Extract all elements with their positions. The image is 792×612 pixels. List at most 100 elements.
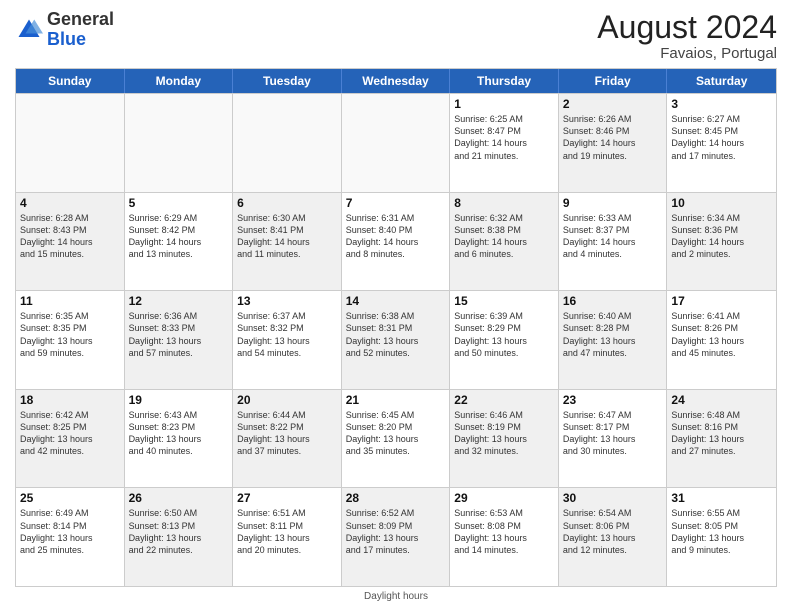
day-info: Sunrise: 6:35 AM Sunset: 8:35 PM Dayligh…: [20, 310, 120, 359]
calendar-row-5: 25Sunrise: 6:49 AM Sunset: 8:14 PM Dayli…: [16, 487, 776, 586]
calendar-cell: 23Sunrise: 6:47 AM Sunset: 8:17 PM Dayli…: [559, 390, 668, 488]
calendar-cell: 25Sunrise: 6:49 AM Sunset: 8:14 PM Dayli…: [16, 488, 125, 586]
day-number: 2: [563, 97, 663, 111]
day-info: Sunrise: 6:36 AM Sunset: 8:33 PM Dayligh…: [129, 310, 229, 359]
day-number: 9: [563, 196, 663, 210]
day-number: 23: [563, 393, 663, 407]
calendar-cell: 6Sunrise: 6:30 AM Sunset: 8:41 PM Daylig…: [233, 193, 342, 291]
day-number: 6: [237, 196, 337, 210]
daylight-label: Daylight hours: [364, 591, 428, 602]
month-year: August 2024: [597, 10, 777, 45]
day-number: 8: [454, 196, 554, 210]
day-number: 18: [20, 393, 120, 407]
day-number: 28: [346, 491, 446, 505]
calendar-cell: 20 Sunrise: 6:44 AM Sunset: 8:22 PM Dayli…: [233, 390, 342, 488]
day-info: Sunrise: 6:52 AM Sunset: 8:09 PM Dayligh…: [346, 507, 446, 556]
day-info: Sunrise: 6:34 AM Sunset: 8:36 PM Dayligh…: [671, 212, 772, 261]
logo-icon: [15, 16, 43, 44]
calendar: SundayMondayTuesdayWednesdayThursdayFrid…: [15, 68, 777, 587]
day-number: 1: [454, 97, 554, 111]
day-info: Sunrise: 6:31 AM Sunset: 8:40 PM Dayligh…: [346, 212, 446, 261]
day-info: Sunrise: 6:38 AM Sunset: 8:31 PM Dayligh…: [346, 310, 446, 359]
day-number: 4: [20, 196, 120, 210]
day-number: 24: [671, 393, 772, 407]
day-info: Sunrise: 6:33 AM Sunset: 8:37 PM Dayligh…: [563, 212, 663, 261]
day-info: Sunrise: 6:50 AM Sunset: 8:13 PM Dayligh…: [129, 507, 229, 556]
title-block: August 2024 Favaios, Portugal: [597, 10, 777, 62]
calendar-cell: 11 Sunrise: 6:35 AM Sunset: 8:35 PM Dayli…: [16, 291, 125, 389]
day-number: 29: [454, 491, 554, 505]
calendar-cell: 7 Sunrise: 6:31 AM Sunset: 8:40 PM Daylig…: [342, 193, 451, 291]
calendar-cell: 18 Sunrise: 6:42 AM Sunset: 8:25 PM Dayli…: [16, 390, 125, 488]
header-day-saturday: Saturday: [667, 69, 776, 93]
day-number: 7: [346, 196, 446, 210]
header-day-tuesday: Tuesday: [233, 69, 342, 93]
day-info: Sunrise: 6:29 AM Sunset: 8:42 PM Dayligh…: [129, 212, 229, 261]
day-number: 20: [237, 393, 337, 407]
day-number: 10: [671, 196, 772, 210]
logo-text: General Blue: [47, 10, 114, 50]
day-info: Sunrise: 6:51 AM Sunset: 8:11 PM Dayligh…: [237, 507, 337, 556]
calendar-header: SundayMondayTuesdayWednesdayThursdayFrid…: [16, 69, 776, 93]
calendar-cell: 10 Sunrise: 6:34 AM Sunset: 8:36 PM Dayli…: [667, 193, 776, 291]
day-info: Sunrise: 6:54 AM Sunset: 8:06 PM Dayligh…: [563, 507, 663, 556]
day-info: Sunrise: 6:25 AM Sunset: 8:47 PM Dayligh…: [454, 113, 554, 162]
page: General Blue August 2024 Favaios, Portug…: [0, 0, 792, 612]
day-info: Sunrise: 6:42 AM Sunset: 8:25 PM Dayligh…: [20, 409, 120, 458]
calendar-cell: 31Sunrise: 6:55 AM Sunset: 8:05 PM Dayli…: [667, 488, 776, 586]
header-day-friday: Friday: [559, 69, 668, 93]
day-info: Sunrise: 6:41 AM Sunset: 8:26 PM Dayligh…: [671, 310, 772, 359]
calendar-cell: [233, 94, 342, 192]
calendar-cell: 1 Sunrise: 6:25 AM Sunset: 8:47 PM Daylig…: [450, 94, 559, 192]
calendar-cell: 8Sunrise: 6:32 AM Sunset: 8:38 PM Daylig…: [450, 193, 559, 291]
day-info: Sunrise: 6:40 AM Sunset: 8:28 PM Dayligh…: [563, 310, 663, 359]
calendar-cell: 21Sunrise: 6:45 AM Sunset: 8:20 PM Dayli…: [342, 390, 451, 488]
calendar-row-3: 11 Sunrise: 6:35 AM Sunset: 8:35 PM Dayli…: [16, 290, 776, 389]
footer: Daylight hours: [15, 591, 777, 602]
calendar-cell: [342, 94, 451, 192]
day-number: 30: [563, 491, 663, 505]
day-info: Sunrise: 6:27 AM Sunset: 8:45 PM Dayligh…: [671, 113, 772, 162]
calendar-cell: 12 Sunrise: 6:36 AM Sunset: 8:33 PM Dayli…: [125, 291, 234, 389]
calendar-cell: 14 Sunrise: 6:38 AM Sunset: 8:31 PM Dayli…: [342, 291, 451, 389]
calendar-cell: 24 Sunrise: 6:48 AM Sunset: 8:16 PM Dayli…: [667, 390, 776, 488]
header-day-thursday: Thursday: [450, 69, 559, 93]
day-number: 21: [346, 393, 446, 407]
day-number: 19: [129, 393, 229, 407]
calendar-cell: 17Sunrise: 6:41 AM Sunset: 8:26 PM Dayli…: [667, 291, 776, 389]
calendar-cell: 27Sunrise: 6:51 AM Sunset: 8:11 PM Dayli…: [233, 488, 342, 586]
day-info: Sunrise: 6:39 AM Sunset: 8:29 PM Dayligh…: [454, 310, 554, 359]
header-day-sunday: Sunday: [16, 69, 125, 93]
day-number: 14: [346, 294, 446, 308]
calendar-row-1: 1 Sunrise: 6:25 AM Sunset: 8:47 PM Daylig…: [16, 93, 776, 192]
calendar-cell: 4 Sunrise: 6:28 AM Sunset: 8:43 PM Daylig…: [16, 193, 125, 291]
header: General Blue August 2024 Favaios, Portug…: [15, 10, 777, 62]
day-number: 26: [129, 491, 229, 505]
day-info: Sunrise: 6:48 AM Sunset: 8:16 PM Dayligh…: [671, 409, 772, 458]
location: Favaios, Portugal: [597, 45, 777, 62]
day-info: Sunrise: 6:26 AM Sunset: 8:46 PM Dayligh…: [563, 113, 663, 162]
day-info: Sunrise: 6:46 AM Sunset: 8:19 PM Dayligh…: [454, 409, 554, 458]
calendar-cell: 29Sunrise: 6:53 AM Sunset: 8:08 PM Dayli…: [450, 488, 559, 586]
day-number: 31: [671, 491, 772, 505]
header-day-monday: Monday: [125, 69, 234, 93]
day-info: Sunrise: 6:49 AM Sunset: 8:14 PM Dayligh…: [20, 507, 120, 556]
calendar-cell: 9 Sunrise: 6:33 AM Sunset: 8:37 PM Daylig…: [559, 193, 668, 291]
day-info: Sunrise: 6:44 AM Sunset: 8:22 PM Dayligh…: [237, 409, 337, 458]
calendar-cell: 19Sunrise: 6:43 AM Sunset: 8:23 PM Dayli…: [125, 390, 234, 488]
calendar-cell: 30 Sunrise: 6:54 AM Sunset: 8:06 PM Dayli…: [559, 488, 668, 586]
day-number: 3: [671, 97, 772, 111]
day-number: 12: [129, 294, 229, 308]
calendar-cell: 16Sunrise: 6:40 AM Sunset: 8:28 PM Dayli…: [559, 291, 668, 389]
calendar-cell: 5 Sunrise: 6:29 AM Sunset: 8:42 PM Daylig…: [125, 193, 234, 291]
day-number: 11: [20, 294, 120, 308]
calendar-cell: 15Sunrise: 6:39 AM Sunset: 8:29 PM Dayli…: [450, 291, 559, 389]
day-number: 5: [129, 196, 229, 210]
calendar-row-2: 4 Sunrise: 6:28 AM Sunset: 8:43 PM Daylig…: [16, 192, 776, 291]
calendar-cell: 22Sunrise: 6:46 AM Sunset: 8:19 PM Dayli…: [450, 390, 559, 488]
calendar-row-4: 18 Sunrise: 6:42 AM Sunset: 8:25 PM Dayli…: [16, 389, 776, 488]
calendar-body: 1 Sunrise: 6:25 AM Sunset: 8:47 PM Daylig…: [16, 93, 776, 586]
calendar-cell: [125, 94, 234, 192]
calendar-cell: 28 Sunrise: 6:52 AM Sunset: 8:09 PM Dayli…: [342, 488, 451, 586]
day-info: Sunrise: 6:28 AM Sunset: 8:43 PM Dayligh…: [20, 212, 120, 261]
